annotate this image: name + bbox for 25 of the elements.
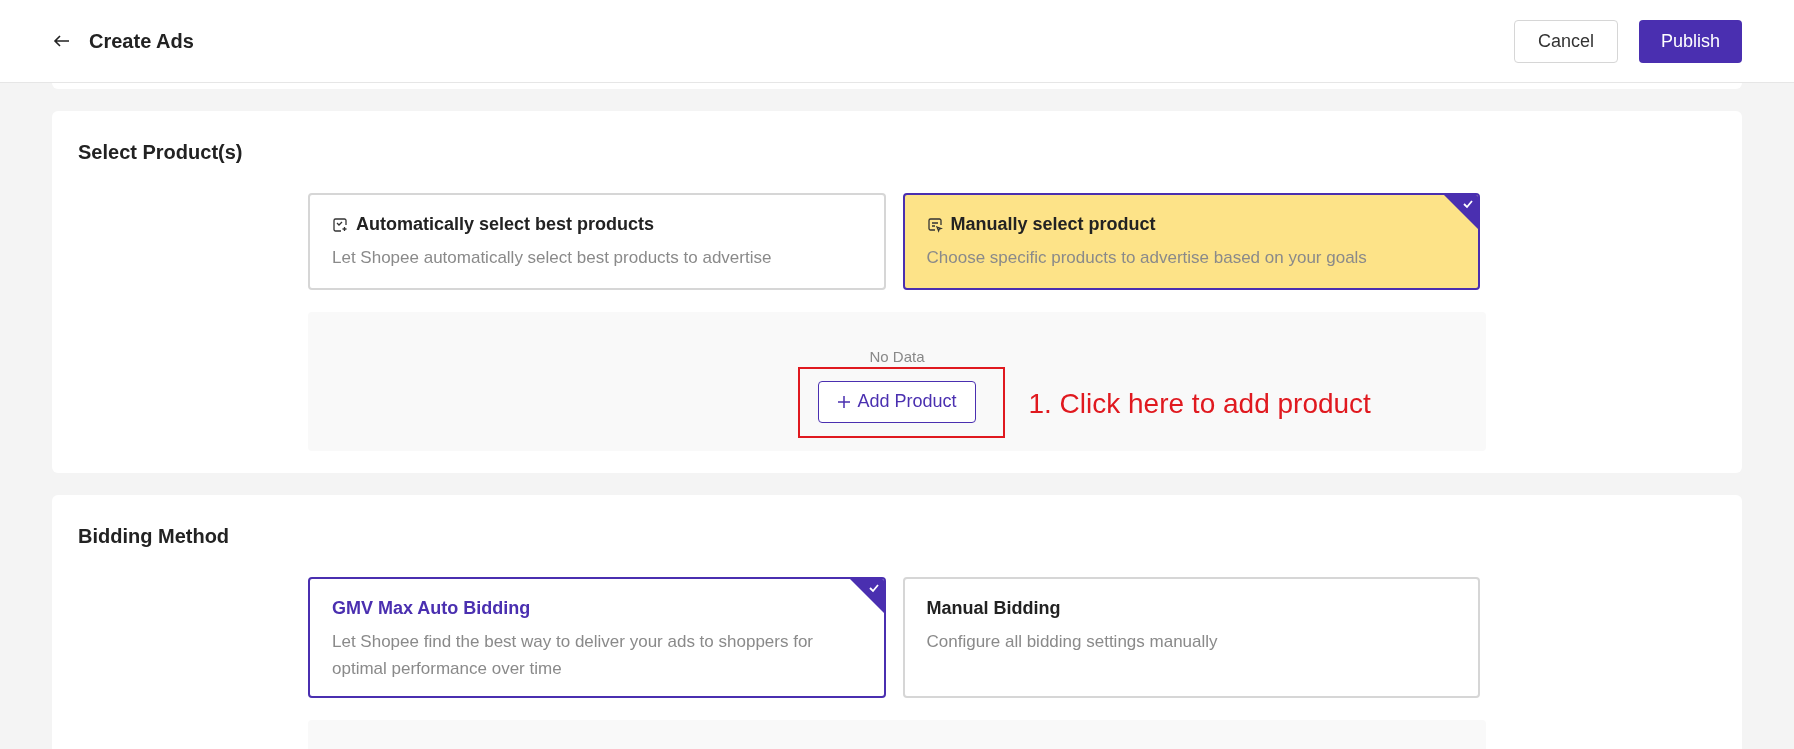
list-cursor-icon — [926, 216, 943, 233]
option-card[interactable]: Automatically select best products Let Shopee automatically select best products to advertise — [308, 193, 886, 290]
option-card[interactable]: Manually select product Choose specific products to advertise based on your goals — [902, 193, 1480, 290]
plus-icon — [837, 394, 852, 409]
option-description: Let Shopee find the best way to deliver your ads to shoppers for optimal performance over time — [332, 631, 814, 680]
publish-button[interactable]: Publish — [1638, 19, 1742, 63]
option-title: GMV Max Auto Bidding — [332, 597, 531, 620]
product-sparkle-icon — [332, 216, 348, 233]
option-title: Manually select product — [950, 213, 1156, 236]
option-card[interactable]: Manual Bidding Configure all bidding settings manually — [902, 577, 1480, 698]
page-title: Create Ads — [89, 29, 194, 54]
option-card[interactable]: GMV Max Auto Bidding Let Shopee find the best way to deliver your ads to shoppers for optimal performance over time — [308, 577, 886, 698]
option-title: Automatically select best products — [356, 213, 655, 236]
option-description: Let Shopee automatically select best products to advertise — [332, 247, 773, 269]
option-title: Manual Bidding — [926, 597, 1061, 620]
add-product-button[interactable]: Add Product — [818, 380, 976, 423]
empty-text: No Data — [869, 347, 925, 367]
section-title: Select Product(s) — [78, 140, 244, 165]
selected-check-icon — [1444, 195, 1478, 229]
cancel-button[interactable]: Cancel — [1513, 19, 1618, 63]
option-description: Configure all bidding settings manually — [926, 631, 1219, 653]
selected-check-icon — [849, 579, 884, 613]
option-description: Choose specific products to advertise based on your goals — [926, 247, 1368, 269]
section-title: Bidding Method — [78, 524, 231, 549]
annotation-text: 1. Click here to add product — [1028, 386, 1371, 421]
